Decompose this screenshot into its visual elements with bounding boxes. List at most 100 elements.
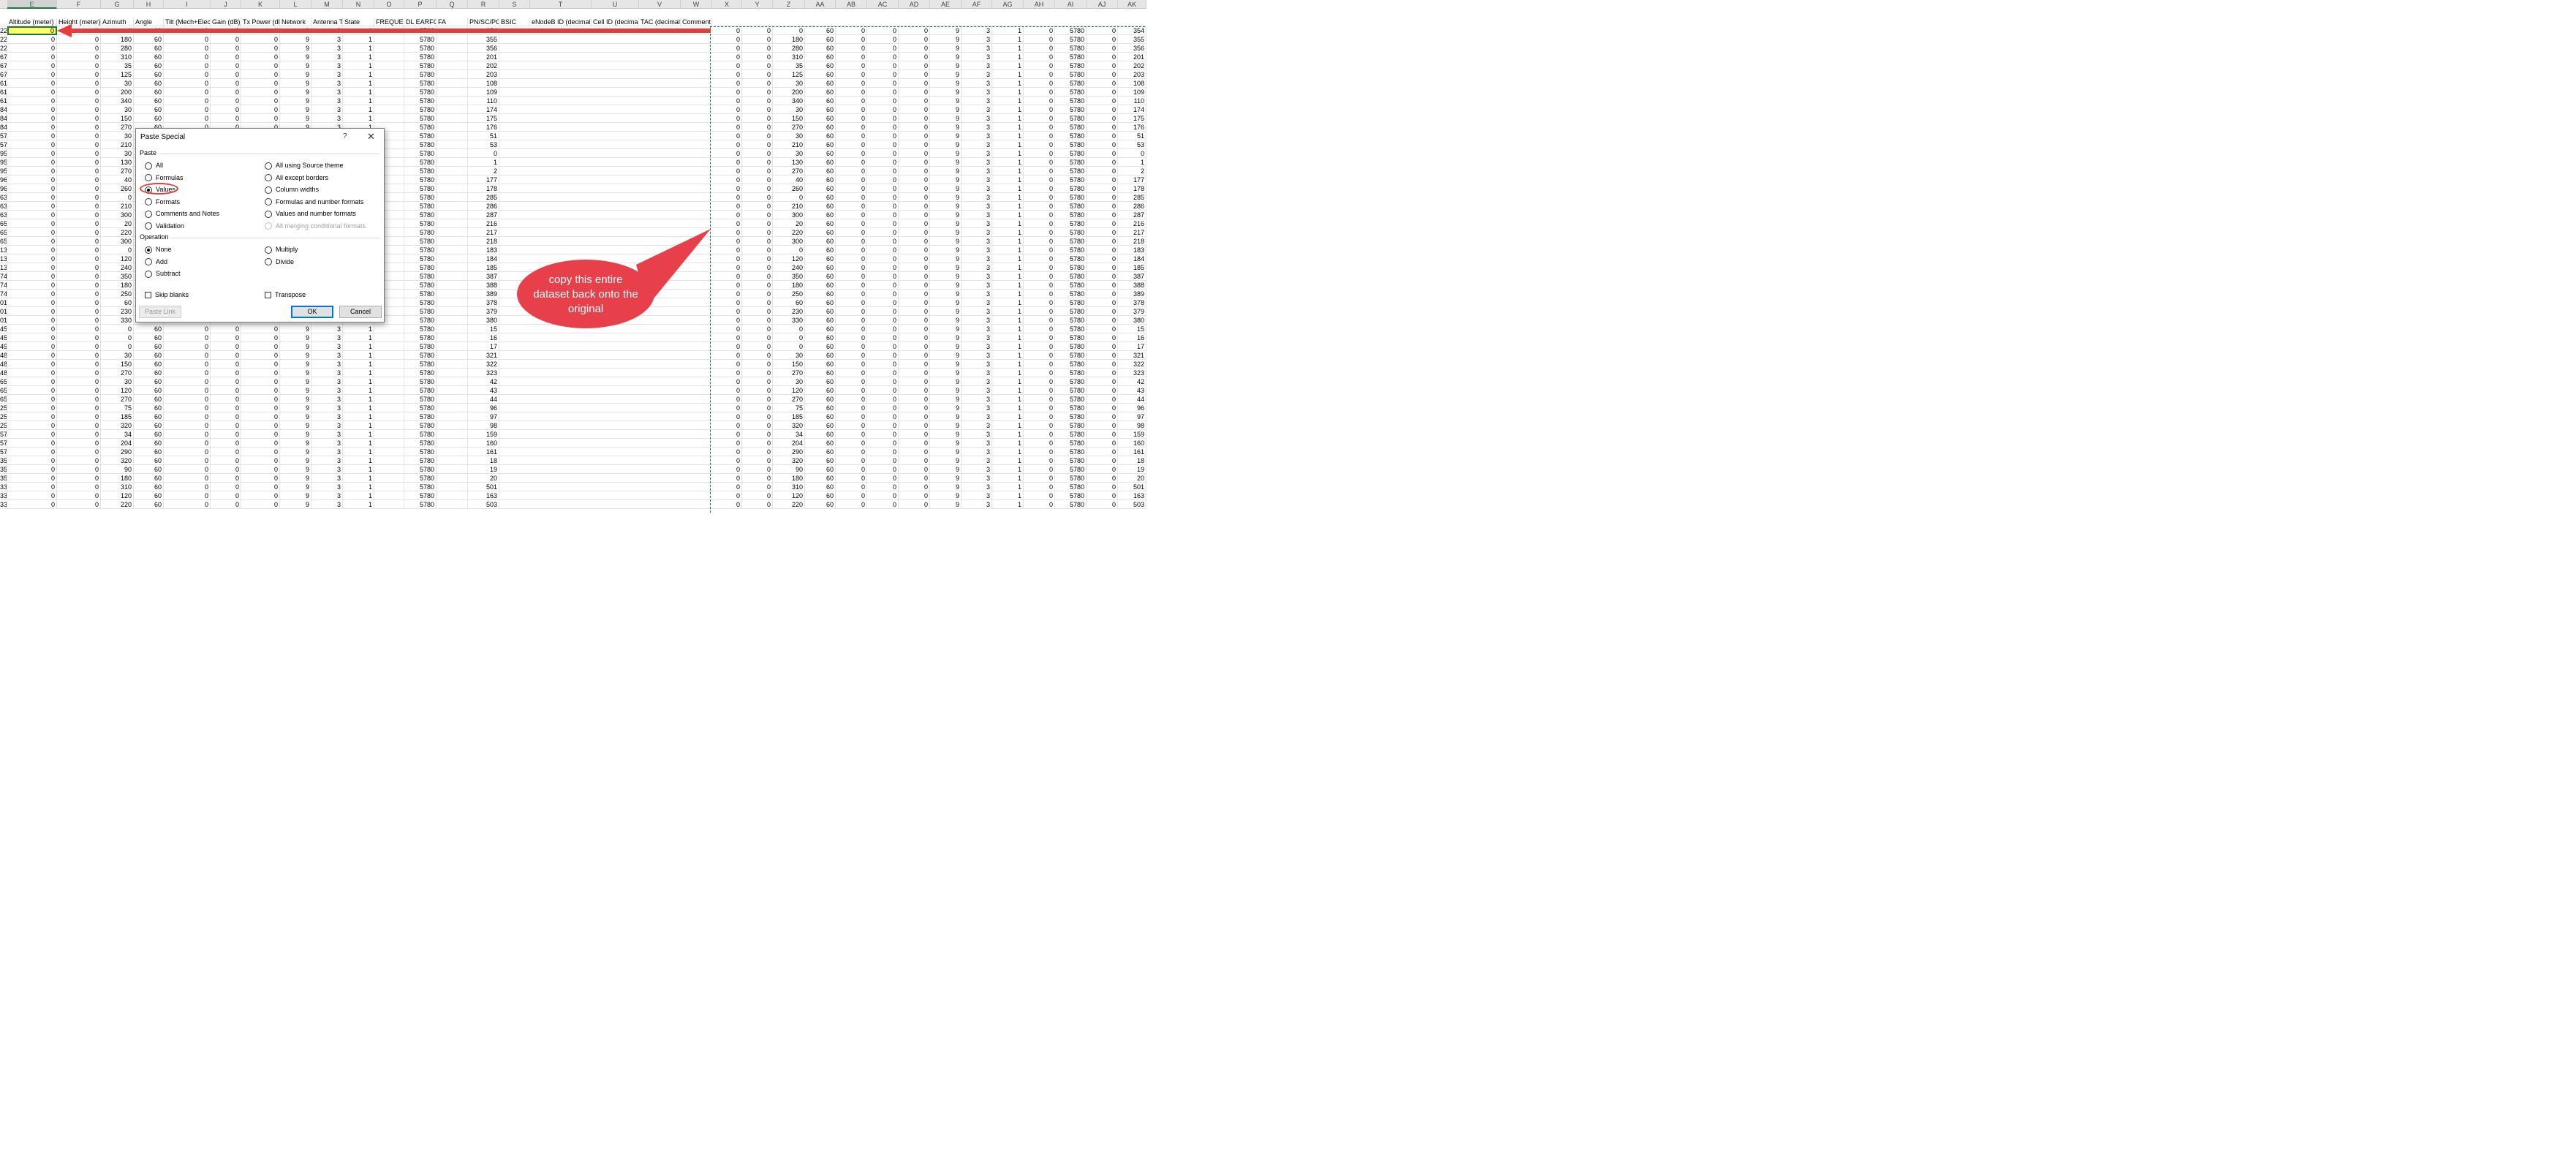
cell[interactable]: 310 — [773, 483, 805, 491]
cell[interactable]: 5780 — [404, 132, 437, 140]
row-number[interactable]: 45 — [0, 333, 7, 342]
cell[interactable] — [374, 421, 404, 430]
cell[interactable]: 60 — [805, 395, 836, 404]
cell[interactable]: 0 — [836, 456, 867, 465]
cell[interactable]: 60 — [805, 246, 836, 254]
cell[interactable]: 0 — [1087, 211, 1118, 219]
cell[interactable]: 340 — [773, 97, 805, 105]
cell[interactable]: 0 — [164, 325, 211, 333]
cell[interactable]: 5780 — [1055, 474, 1087, 483]
cell[interactable]: 0 — [1087, 123, 1118, 132]
cell[interactable] — [374, 26, 404, 35]
cell[interactable]: 0 — [211, 377, 241, 386]
cell[interactable]: 0 — [867, 176, 899, 184]
cell[interactable]: 1 — [992, 140, 1024, 149]
cell[interactable]: 120 — [101, 386, 134, 395]
cell[interactable]: 0 — [164, 88, 211, 97]
cell[interactable]: 185 — [773, 412, 805, 421]
cell[interactable] — [437, 202, 468, 211]
cell[interactable]: 3 — [962, 237, 992, 246]
cell[interactable]: 0 — [773, 26, 805, 35]
cell[interactable]: 0 — [7, 412, 57, 421]
cell[interactable]: 0 — [867, 35, 899, 44]
cell[interactable]: 5780 — [404, 333, 437, 342]
cell[interactable]: 9 — [280, 114, 311, 123]
cell[interactable]: 3 — [311, 412, 343, 421]
cell[interactable]: 0 — [712, 448, 742, 456]
cell[interactable]: 210 — [101, 140, 134, 149]
row-number[interactable]: 96 — [0, 176, 7, 184]
cell[interactable]: 120 — [773, 254, 805, 263]
cell[interactable]: 60 — [134, 483, 164, 491]
cell[interactable]: 330 — [773, 316, 805, 325]
row-number[interactable]: 33 — [0, 500, 7, 509]
cell[interactable]: 5780 — [404, 184, 437, 193]
cell[interactable]: 159 — [1118, 430, 1147, 439]
cell[interactable]: 0 — [899, 70, 930, 79]
cell[interactable]: 9 — [280, 79, 311, 88]
cell[interactable]: 30 — [773, 149, 805, 158]
cell[interactable]: 60 — [805, 448, 836, 456]
cell[interactable]: 3 — [311, 369, 343, 377]
cell[interactable]: 3 — [962, 281, 992, 290]
cell[interactable]: 9 — [930, 342, 962, 351]
row-number[interactable]: 61 — [0, 88, 7, 97]
cell[interactable]: 286 — [1118, 202, 1147, 211]
cell[interactable]: 60 — [805, 333, 836, 342]
cell[interactable]: 1 — [992, 202, 1024, 211]
cell[interactable]: 9 — [930, 456, 962, 465]
cell[interactable]: 34 — [773, 430, 805, 439]
radio-validation[interactable]: Validation — [145, 222, 184, 230]
cell[interactable]: 9 — [930, 193, 962, 202]
cell[interactable]: 3 — [962, 184, 992, 193]
cell[interactable] — [374, 360, 404, 369]
cell[interactable]: 0 — [867, 351, 899, 360]
cell[interactable]: 180 — [773, 474, 805, 483]
cell[interactable]: 0 — [164, 430, 211, 439]
cell[interactable]: 0 — [241, 474, 280, 483]
cell[interactable]: 0 — [241, 70, 280, 79]
cell[interactable]: 5780 — [1055, 149, 1087, 158]
cell[interactable]: 60 — [805, 386, 836, 395]
cell[interactable]: 0 — [867, 456, 899, 465]
cell[interactable]: 1 — [343, 430, 374, 439]
cell[interactable]: 3 — [311, 377, 343, 386]
cell[interactable]: 0 — [712, 307, 742, 316]
cell[interactable]: 0 — [7, 70, 57, 79]
cell[interactable]: 3 — [311, 88, 343, 97]
cell[interactable] — [437, 176, 468, 184]
cell[interactable]: 217 — [1118, 228, 1147, 237]
cell[interactable]: 60 — [805, 254, 836, 263]
cell[interactable]: 0 — [241, 430, 280, 439]
cell[interactable]: 0 — [899, 193, 930, 202]
cell[interactable]: 60 — [134, 70, 164, 79]
cell[interactable] — [437, 500, 468, 509]
cell[interactable]: 388 — [468, 281, 499, 290]
cell[interactable]: 0 — [899, 474, 930, 483]
cell[interactable]: 3 — [311, 395, 343, 404]
cell[interactable]: 0 — [241, 351, 280, 360]
cell[interactable]: 1 — [992, 290, 1024, 298]
row-number[interactable]: 35 — [0, 465, 7, 474]
cell[interactable]: 1 — [992, 465, 1024, 474]
cell[interactable] — [437, 184, 468, 193]
cell[interactable]: 0 — [836, 193, 867, 202]
cell[interactable]: 60 — [805, 97, 836, 105]
cell[interactable]: 1 — [343, 79, 374, 88]
cell[interactable]: 0 — [1024, 44, 1055, 53]
cell[interactable]: 5780 — [404, 412, 437, 421]
cell[interactable]: 5780 — [404, 369, 437, 377]
cell[interactable]: 60 — [134, 26, 164, 35]
cell[interactable]: 0 — [836, 53, 867, 61]
cell[interactable]: 0 — [899, 158, 930, 167]
cell[interactable]: 0 — [164, 439, 211, 448]
column-header-ac[interactable]: AC — [867, 0, 899, 9]
cell[interactable]: 220 — [101, 500, 134, 509]
cell[interactable]: 0 — [57, 79, 101, 88]
cell[interactable]: 0 — [241, 105, 280, 114]
cell[interactable]: 0 — [742, 211, 773, 219]
cell[interactable]: 0 — [57, 290, 101, 298]
cell[interactable]: 0 — [867, 219, 899, 228]
cell[interactable]: 0 — [164, 369, 211, 377]
cell[interactable]: 0 — [899, 219, 930, 228]
